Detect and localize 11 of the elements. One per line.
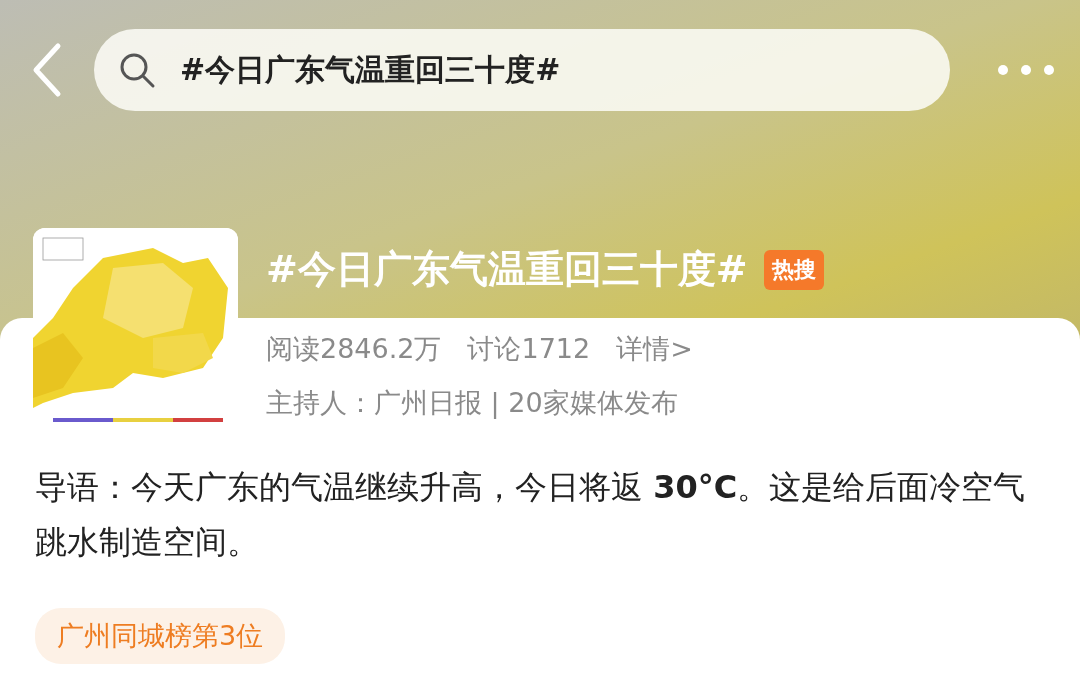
search-field[interactable]: #今日广东气温重回三十度# [94,29,950,111]
details-link[interactable]: 详情> [616,331,693,367]
topic-title: #今日广东气温重回三十度# [266,246,748,293]
hot-badge: 热搜 [763,249,824,290]
rank-tag[interactable]: 广州同城榜第3位 [35,608,286,664]
stat-text: 讨论1712 [467,332,591,366]
host-text: 主持人：广州日报 | 20家媒体发布 [266,386,679,421]
stat-text: 阅读2846.2万 [266,332,442,366]
search-icon [118,51,156,89]
more-icon[interactable] [996,63,1056,77]
intro-text: 导语：今天广东的气温继续升高，今日将返 30°C。这是给后面冷空气跳水制造空间。 [35,467,1027,563]
